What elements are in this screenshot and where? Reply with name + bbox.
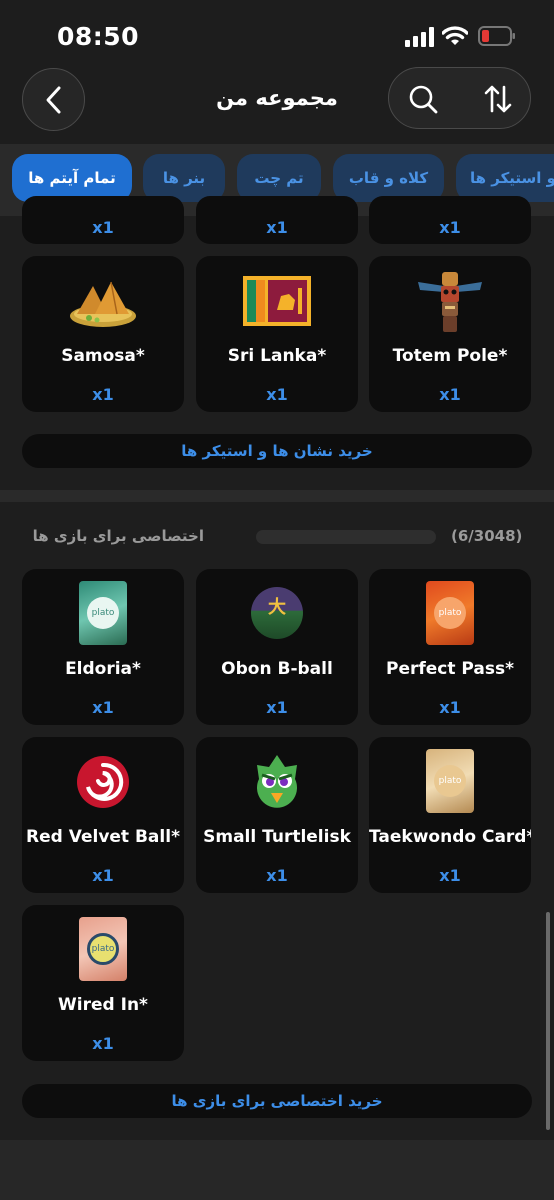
- tab-hats-frames[interactable]: کلاه و قاب: [333, 154, 444, 202]
- plato-card-icon: plato: [79, 917, 127, 981]
- back-button[interactable]: [22, 68, 85, 131]
- page-title: مجموعه من: [216, 86, 338, 110]
- header-actions: [388, 67, 531, 129]
- collection-count: (6/3048): [451, 527, 523, 545]
- item-card-perfect-pass[interactable]: plato Perfect Pass* x1: [369, 569, 531, 725]
- item-name: Samosa*: [61, 346, 145, 366]
- section-divider: [0, 490, 554, 502]
- item-card-wired-in[interactable]: plato Wired In* x1: [22, 905, 184, 1061]
- collection-progress-bar: [256, 530, 436, 544]
- sri-lanka-flag-icon: [243, 276, 311, 326]
- bottom-area: [0, 1140, 554, 1200]
- item-quantity: x1: [439, 866, 461, 885]
- plato-logo: plato: [434, 765, 466, 797]
- section-title: اختصاصی برای بازی ها: [32, 527, 204, 545]
- tab-stickers[interactable]: و استیکر ها: [456, 154, 554, 202]
- item-card-red-velvet-ball[interactable]: Red Velvet Ball* x1: [22, 737, 184, 893]
- item-quantity: x1: [92, 1034, 114, 1053]
- plato-card-icon: plato: [426, 749, 474, 813]
- item-quantity: x1: [266, 866, 288, 885]
- wifi-icon: [442, 26, 468, 45]
- item-card-totem-pole[interactable]: Totem Pole* x1: [369, 256, 531, 412]
- item-card-small-turtlelisk[interactable]: Small Turtlelisk x1: [196, 737, 358, 893]
- item-name: Taekwondo Card*: [369, 827, 531, 847]
- item-quantity: x1: [439, 218, 461, 237]
- item-quantity: x1: [92, 385, 114, 404]
- item-card-obon-b-ball[interactable]: 大 Obon B-ball x1: [196, 569, 358, 725]
- item-card-taekwondo-card[interactable]: plato Taekwondo Card* x1: [369, 737, 531, 893]
- obon-ball-icon: 大: [251, 587, 303, 639]
- badges-stickers-section: x1 x1 x1 Samosa* x1 Sri Lanka* x1 Totem …: [0, 196, 554, 490]
- item-quantity: x1: [92, 218, 114, 237]
- chevron-left-icon: [46, 86, 60, 113]
- totem-pole-icon: [418, 272, 482, 332]
- plato-logo: plato: [87, 933, 119, 965]
- item-card-sri-lanka[interactable]: Sri Lanka* x1: [196, 256, 358, 412]
- item-quantity: x1: [266, 218, 288, 237]
- item-quantity: x1: [92, 698, 114, 717]
- plato-logo: plato: [434, 597, 466, 629]
- item-card[interactable]: x1: [196, 196, 358, 244]
- turtlelisk-icon: [257, 755, 297, 808]
- item-name: Wired In*: [58, 995, 148, 1015]
- scrollbar[interactable]: [546, 912, 550, 1130]
- item-name: Eldoria*: [65, 659, 141, 679]
- item-card[interactable]: x1: [22, 196, 184, 244]
- red-velvet-ball-icon: [77, 756, 129, 808]
- item-name: Perfect Pass*: [385, 659, 515, 679]
- tab-chat-themes[interactable]: تم چت: [237, 154, 321, 202]
- samosa-icon: [70, 281, 136, 327]
- item-name: Totem Pole*: [392, 346, 508, 366]
- plato-card-icon: plato: [426, 581, 474, 645]
- status-bar: 08:50: [0, 0, 554, 64]
- battery-icon: [478, 26, 515, 46]
- search-icon[interactable]: [407, 83, 439, 115]
- buy-game-exclusives-button[interactable]: خرید اختصاصی برای بازی ها: [22, 1084, 532, 1118]
- item-name: Obon B-ball: [221, 659, 333, 679]
- item-name: Small Turtlelisk: [203, 827, 351, 847]
- item-name: Red Velvet Ball*: [26, 827, 180, 847]
- item-quantity: x1: [92, 866, 114, 885]
- plato-card-icon: plato: [79, 581, 127, 645]
- tab-banners[interactable]: بنر ها: [143, 154, 225, 202]
- item-quantity: x1: [266, 698, 288, 717]
- item-card-samosa[interactable]: Samosa* x1: [22, 256, 184, 412]
- item-card[interactable]: x1: [369, 196, 531, 244]
- plato-logo: plato: [87, 597, 119, 629]
- tab-all-items[interactable]: تمام آیتم ها: [12, 154, 132, 202]
- item-quantity: x1: [439, 385, 461, 404]
- item-card-eldoria[interactable]: plato Eldoria* x1: [22, 569, 184, 725]
- cellular-signal-icon: [405, 27, 434, 47]
- buy-badges-stickers-button[interactable]: خرید نشان ها و استیکر ها: [22, 434, 532, 468]
- status-time: 08:50: [57, 22, 140, 51]
- item-quantity: x1: [439, 698, 461, 717]
- sort-icon[interactable]: [482, 83, 514, 115]
- item-name: Sri Lanka*: [227, 346, 327, 366]
- item-quantity: x1: [266, 385, 288, 404]
